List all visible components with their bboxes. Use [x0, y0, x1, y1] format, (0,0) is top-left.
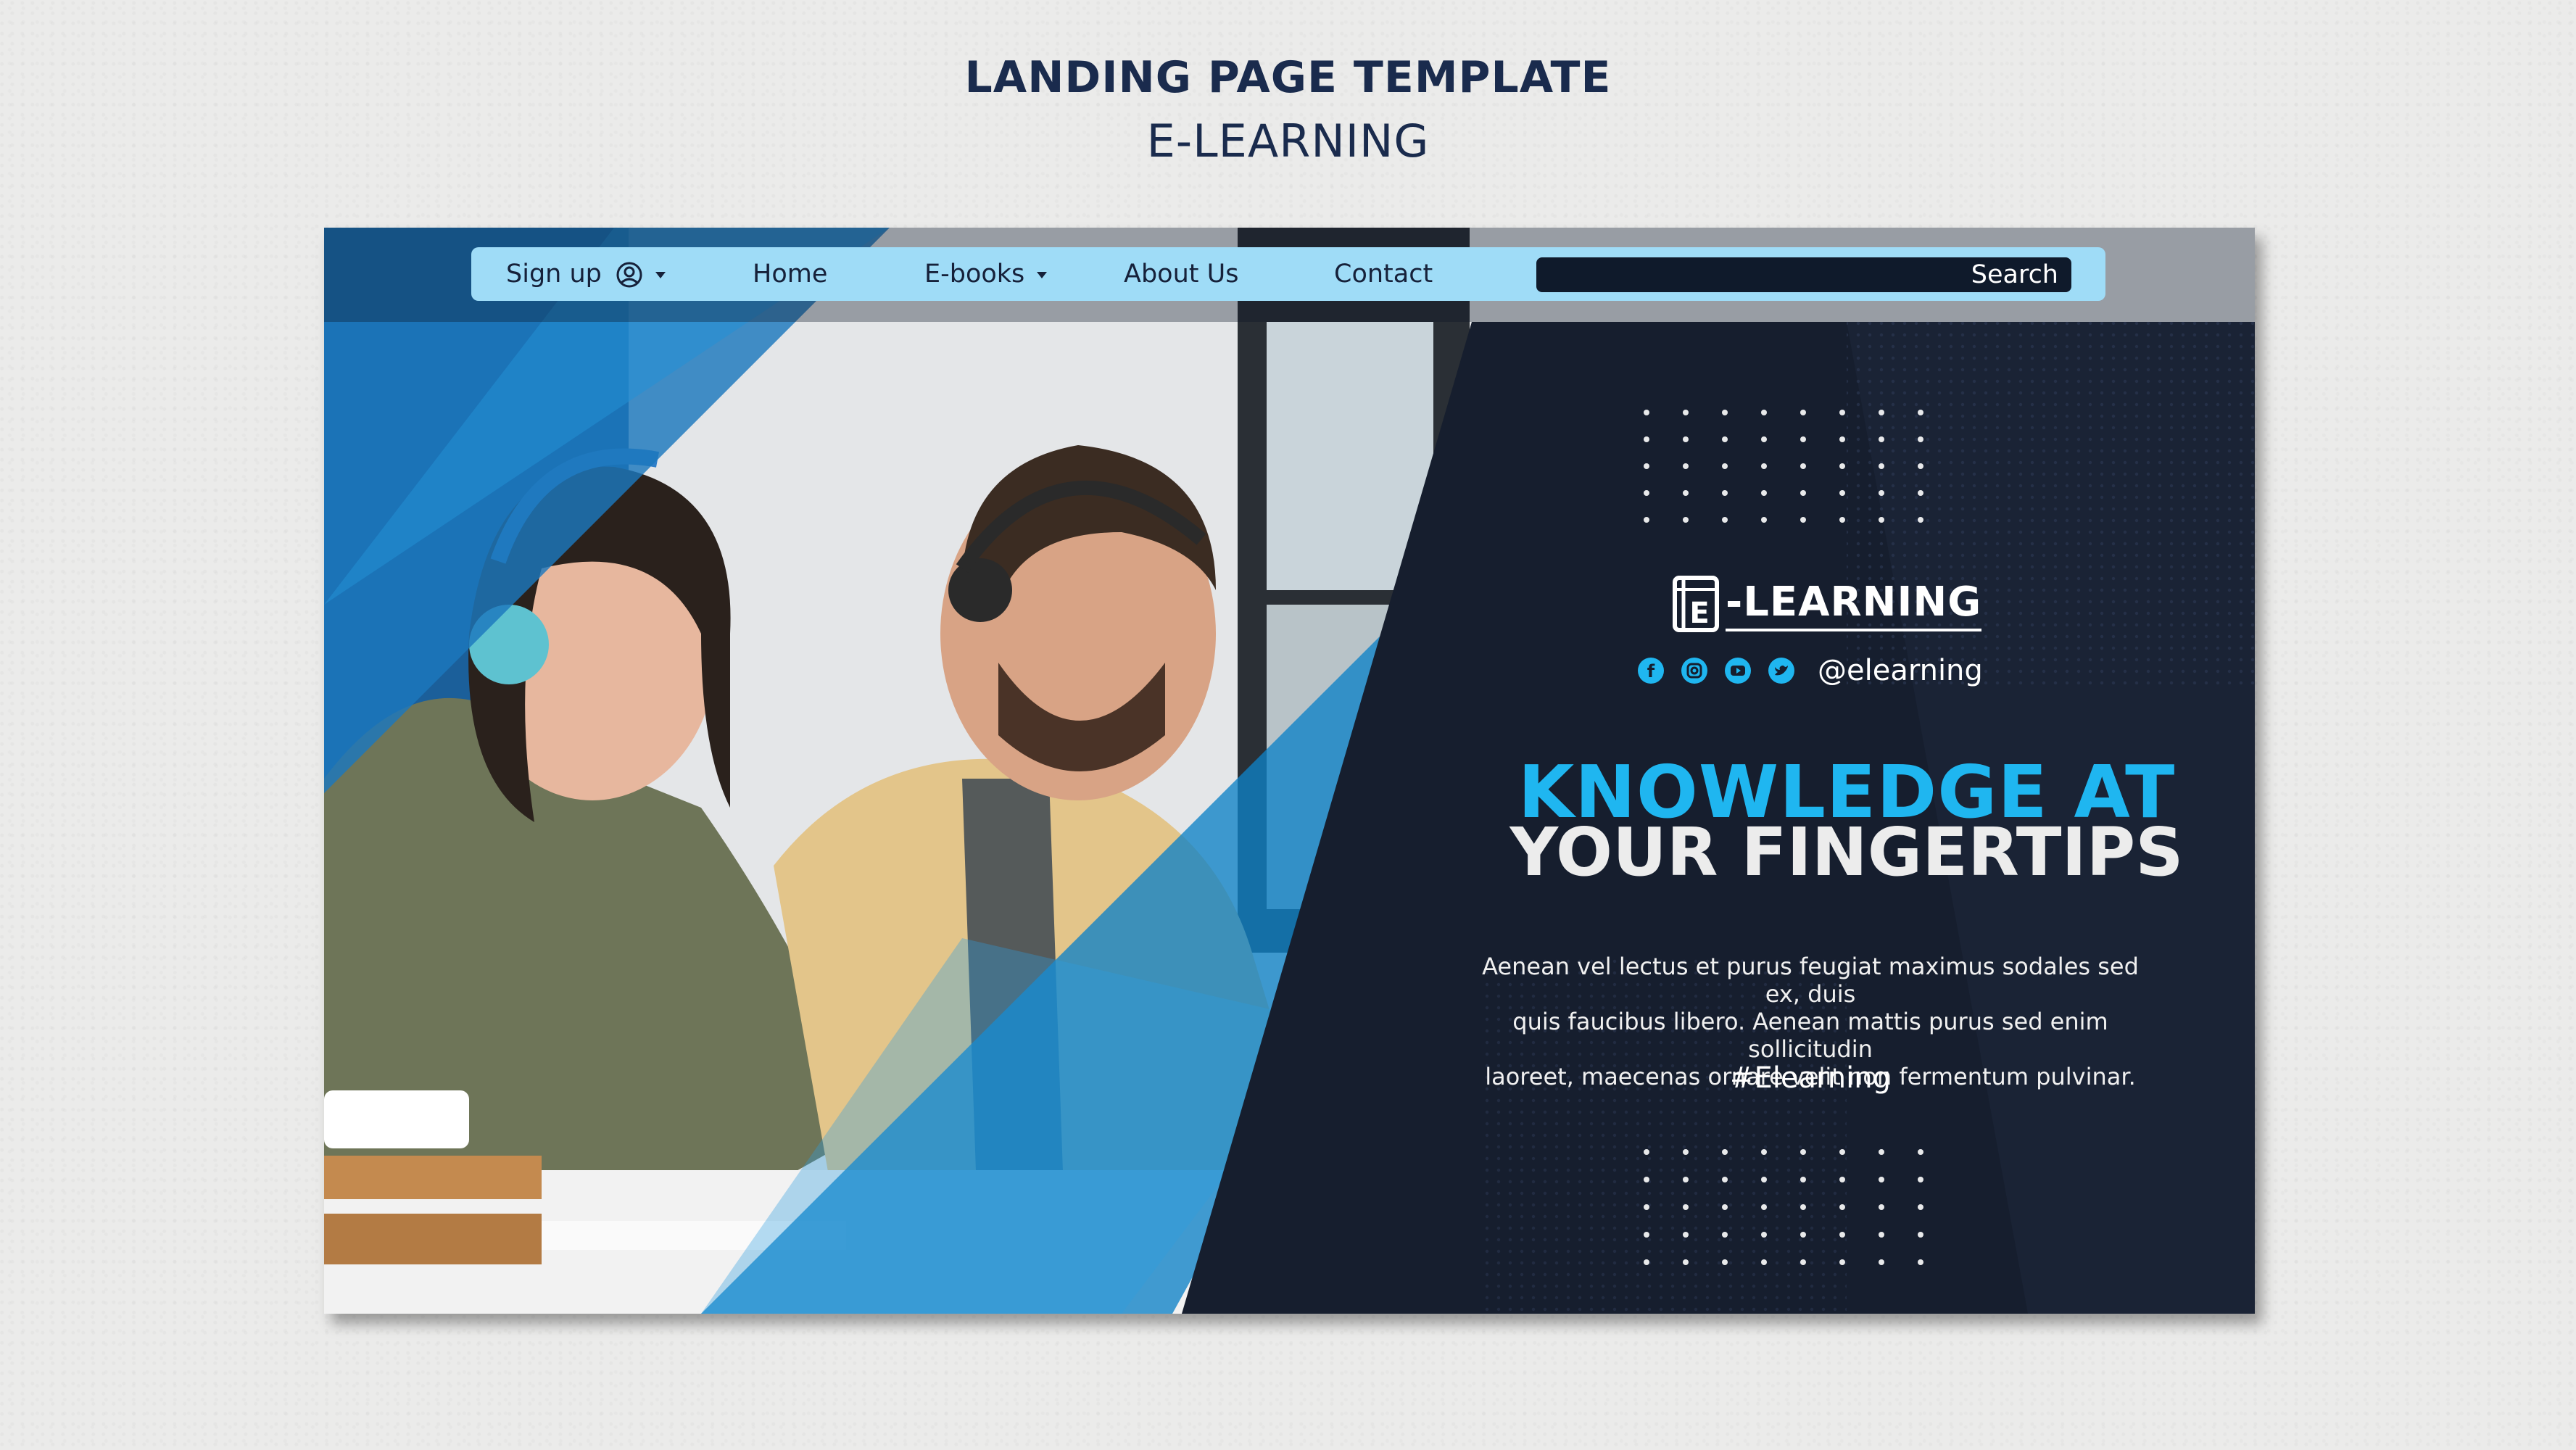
chevron-down-icon [655, 271, 666, 278]
svg-text:f: f [1647, 661, 1655, 682]
social-handle[interactable]: @elearning [1818, 654, 1983, 687]
brand-logo-letter: E [1689, 597, 1709, 630]
brand-logo: E -LEARNING [1670, 571, 1982, 637]
hashtag[interactable]: #Elearning [1593, 1061, 2028, 1095]
youtube-icon[interactable] [1725, 658, 1751, 684]
page-title: LANDING PAGE TEMPLATE [964, 52, 1612, 103]
nav-ebooks[interactable]: E-books [924, 247, 1048, 301]
brand-name: -LEARNING [1726, 576, 1982, 631]
book-icon: E [1673, 576, 1719, 632]
chevron-down-icon [1037, 271, 1048, 278]
nav-about[interactable]: About Us [1124, 247, 1238, 301]
navbar: Sign up Home E-books About Us Contact Se… [471, 247, 2105, 301]
user-icon [616, 262, 642, 288]
facebook-icon[interactable]: f [1638, 658, 1664, 684]
body-line: Aenean vel lectus et purus feugiat maxim… [1482, 953, 2139, 1008]
nav-ebooks-label: E-books [924, 260, 1025, 289]
social-links: f @elearning [1638, 652, 1983, 689]
landing-page-mockup: Sign up Home E-books About Us Contact Se… [324, 228, 2255, 1314]
signup-label: Sign up [506, 260, 602, 289]
nav-home[interactable]: Home [753, 247, 827, 301]
search-bar: Search [1536, 257, 2071, 294]
signup-link[interactable]: Sign up [506, 247, 666, 301]
headline-line2: YOUR FINGERTIPS [1509, 813, 2184, 891]
instagram-icon[interactable] [1681, 658, 1707, 684]
search-button[interactable]: Search [1971, 257, 2058, 292]
body-line: quis faucibus libero. Aenean mattis puru… [1512, 1008, 2108, 1063]
page-subtitle: E-LEARNING [1146, 115, 1430, 167]
search-input[interactable] [1546, 257, 1926, 294]
nav-contact[interactable]: Contact [1334, 247, 1433, 301]
twitter-icon[interactable] [1768, 658, 1794, 684]
